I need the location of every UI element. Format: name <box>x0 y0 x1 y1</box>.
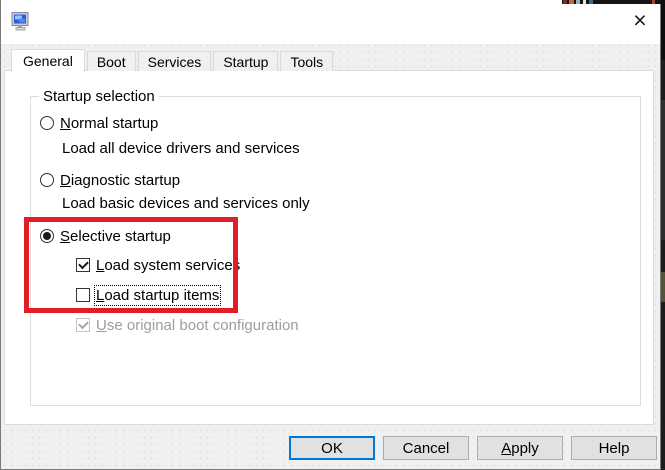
load-system-services-label: Load system services <box>96 257 240 274</box>
selective-startup-label: Selective startup <box>60 228 171 245</box>
cancel-button[interactable]: Cancel <box>383 436 469 460</box>
help-button[interactable]: Help <box>571 436 657 460</box>
general-tab-page: Startup selection Normal startup Load al… <box>4 70 654 425</box>
apply-button[interactable]: Apply <box>477 436 563 460</box>
tab-startup[interactable]: Startup <box>213 51 278 71</box>
option-use-original-boot-configuration: Use original boot configuration <box>76 316 299 334</box>
tab-general[interactable]: General <box>11 49 85 72</box>
option-normal-startup: Normal startup <box>40 114 158 132</box>
checkbox-load-startup-items[interactable] <box>76 288 90 302</box>
diagnostic-startup-label: Diagnostic startup <box>60 172 180 189</box>
normal-startup-description: Load all device drivers and services <box>62 140 300 157</box>
diagnostic-startup-description: Load basic devices and services only <box>62 195 310 212</box>
option-load-startup-items: Load startup items <box>76 286 219 304</box>
background-window-sliver-right <box>661 0 665 470</box>
checkbox-load-system-services[interactable] <box>76 258 90 272</box>
background-window-sliver-top <box>562 0 661 4</box>
option-load-system-services: Load system services <box>76 256 240 274</box>
tab-services[interactable]: Services <box>138 51 212 71</box>
tab-tools[interactable]: Tools <box>280 51 333 71</box>
option-selective-startup: Selective startup <box>40 227 171 245</box>
radio-diagnostic-startup[interactable] <box>40 173 54 187</box>
tab-boot[interactable]: Boot <box>87 51 136 71</box>
system-configuration-dialog: × General Boot Services Startup Tools St… <box>0 0 661 470</box>
close-icon: × <box>633 9 646 32</box>
load-startup-items-label: Load startup items <box>96 287 219 304</box>
normal-startup-label: Normal startup <box>60 115 158 132</box>
option-diagnostic-startup: Diagnostic startup <box>40 171 180 189</box>
use-original-boot-configuration-label: Use original boot configuration <box>96 317 299 334</box>
msconfig-app-icon <box>11 12 31 32</box>
checkbox-use-original-boot-configuration <box>76 318 90 332</box>
ok-button[interactable]: OK <box>289 436 375 460</box>
radio-selective-startup[interactable] <box>40 229 54 243</box>
tab-bar: General Boot Services Startup Tools <box>11 48 335 71</box>
screen: × General Boot Services Startup Tools St… <box>0 0 665 470</box>
group-title: Startup selection <box>39 88 159 105</box>
close-button[interactable]: × <box>621 4 659 36</box>
radio-normal-startup[interactable] <box>40 116 54 130</box>
title-bar: × <box>1 0 660 44</box>
